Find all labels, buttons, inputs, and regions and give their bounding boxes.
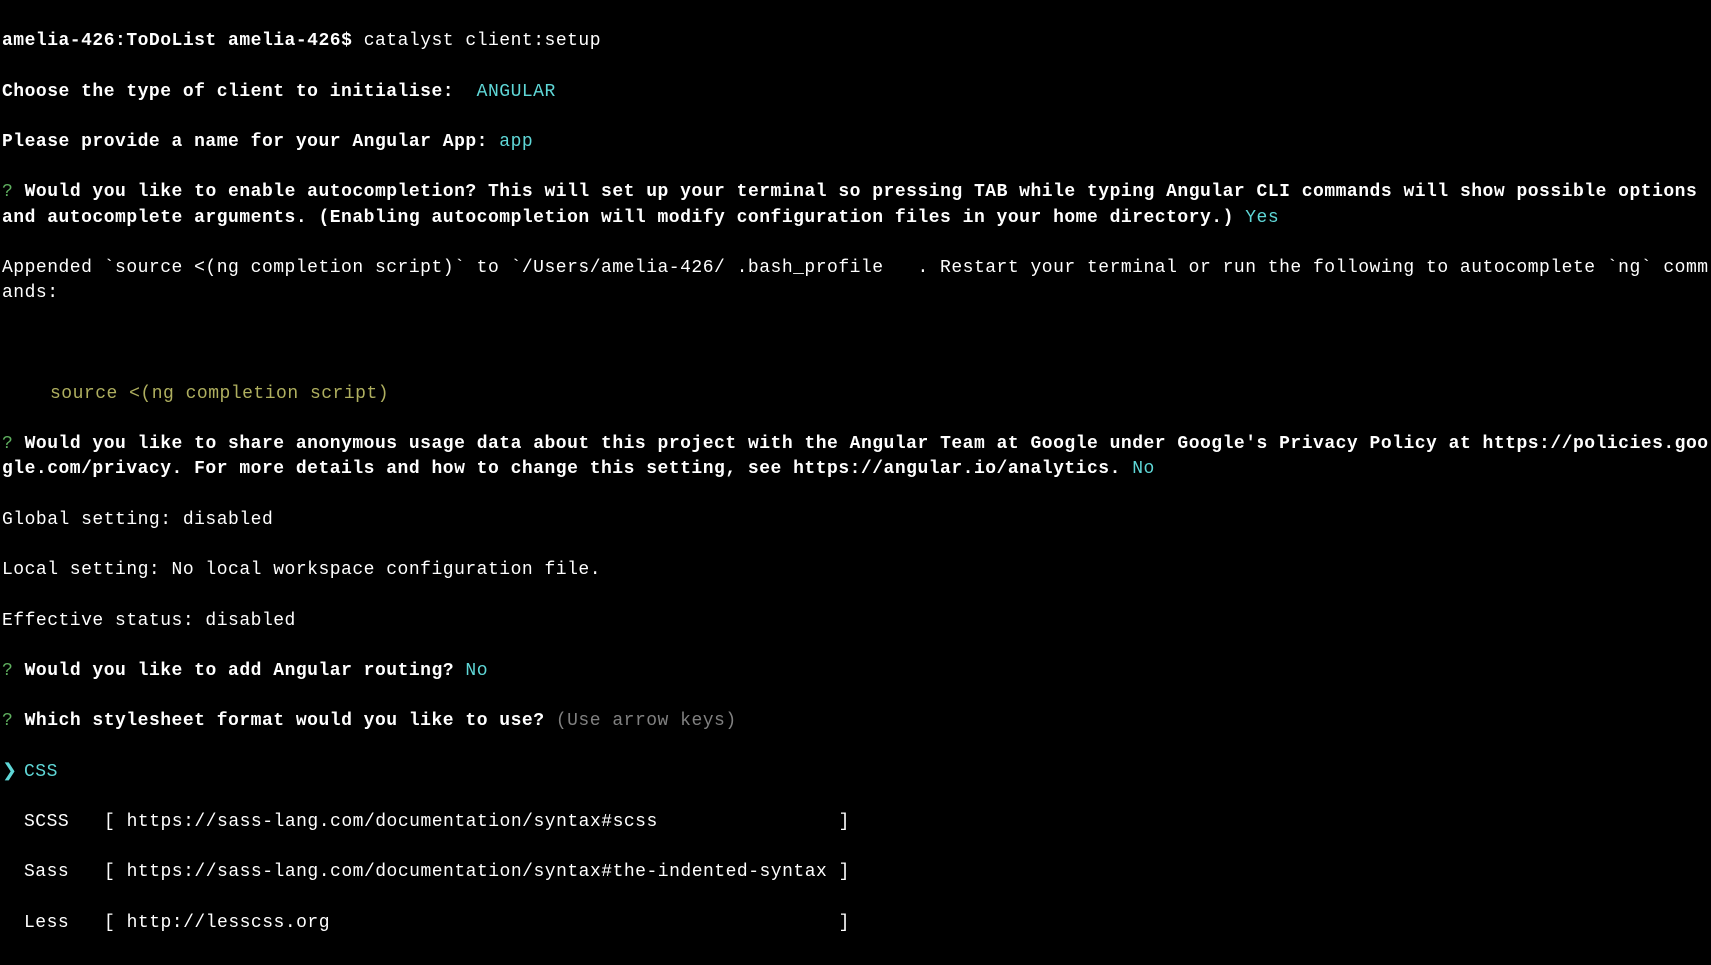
source-command: source <(ng completion script) — [2, 382, 1709, 407]
question-mark-icon: ? — [2, 434, 13, 454]
prompt-host: amelia-426:ToDoList amelia-426$ — [2, 31, 352, 51]
local-setting: Local setting: No local workspace config… — [2, 558, 1709, 583]
option-label: CSS — [24, 760, 104, 785]
global-setting: Global setting: disabled — [2, 508, 1709, 533]
question-autocomplete: ? Would you like to enable autocompletio… — [2, 180, 1709, 230]
stylesheet-option-css[interactable]: ❯CSS — [2, 760, 1709, 785]
answer-routing: No — [465, 661, 488, 681]
question-analytics: ? Would you like to share anonymous usag… — [2, 432, 1709, 482]
selection-marker-icon: ❯ — [2, 760, 24, 785]
terminal-window[interactable]: amelia-426:ToDoList amelia-426$ catalyst… — [0, 0, 1711, 965]
option-label: SCSS — [24, 810, 104, 835]
answer-app-name: app — [499, 132, 533, 152]
answer-analytics: No — [1132, 459, 1155, 479]
question-mark-icon: ? — [2, 661, 13, 681]
stylesheet-option-sass[interactable]: Sass[ https://sass-lang.com/documentatio… — [2, 860, 1709, 885]
answer-client-type: ANGULAR — [465, 82, 555, 102]
question-stylesheet: ? Which stylesheet format would you like… — [2, 709, 1709, 734]
hint-text: (Use arrow keys) — [556, 711, 737, 731]
question-app-name: Please provide a name for your Angular A… — [2, 130, 1709, 155]
question-client-type: Choose the type of client to initialise:… — [2, 80, 1709, 105]
question-mark-icon: ? — [2, 711, 13, 731]
stylesheet-option-less[interactable]: Less[ http://lesscss.org ] — [2, 911, 1709, 936]
option-url: [ https://sass-lang.com/documentation/sy… — [104, 860, 850, 885]
question-mark-icon: ? — [2, 182, 13, 202]
option-label: Sass — [24, 860, 104, 885]
option-url: [ https://sass-lang.com/documentation/sy… — [104, 810, 850, 835]
question-routing: ? Would you like to add Angular routing?… — [2, 659, 1709, 684]
stylesheet-option-scss[interactable]: SCSS[ https://sass-lang.com/documentatio… — [2, 810, 1709, 835]
answer-autocomplete: Yes — [1245, 208, 1279, 228]
option-url: [ http://lesscss.org ] — [104, 911, 850, 936]
appended-message: Appended `source <(ng completion script)… — [2, 256, 1709, 306]
command-text: catalyst client:setup — [364, 31, 601, 51]
option-label: Less — [24, 911, 104, 936]
effective-status: Effective status: disabled — [2, 609, 1709, 634]
prompt-line: amelia-426:ToDoList amelia-426$ catalyst… — [2, 29, 1709, 54]
